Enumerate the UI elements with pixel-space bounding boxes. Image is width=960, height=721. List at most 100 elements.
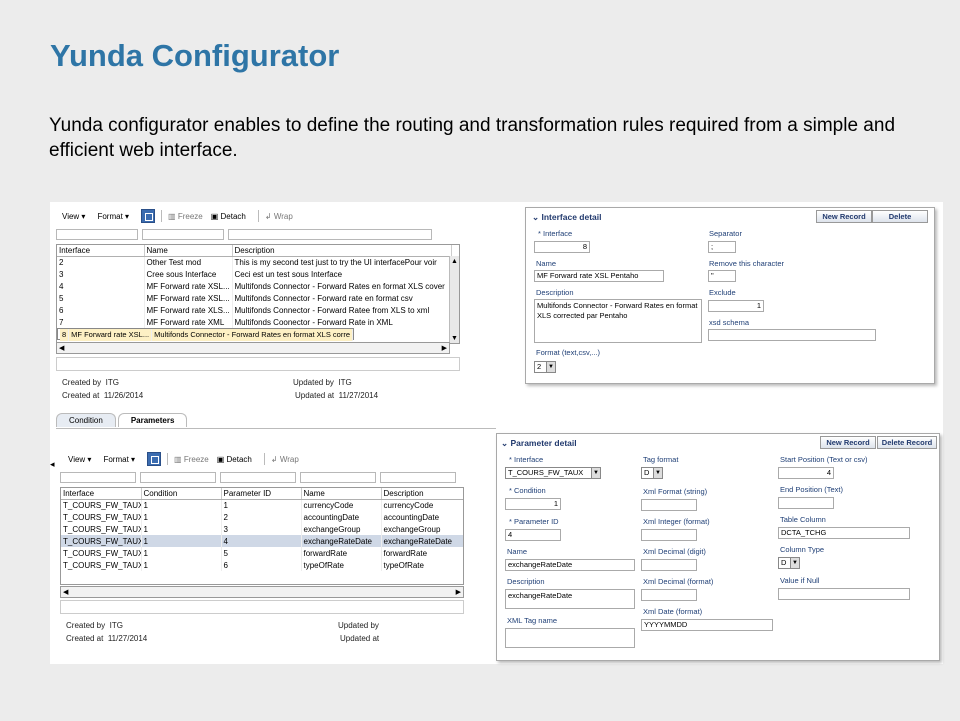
view-menu[interactable]: View ▾ [62, 212, 85, 221]
table-row[interactable]: 3 Cree sous Interface Ceci est un test sou… [57, 268, 452, 280]
interfaces-horizontal-scrollbar[interactable]: ◀ ▶ [56, 342, 450, 354]
table-row[interactable]: T_COURS_FW_TAUX 1 6 typeOfRate typeOfRate [61, 559, 463, 571]
detach-button[interactable]: ▣ Detach [217, 455, 252, 464]
column-header[interactable]: Name [301, 488, 382, 500]
scroll-up-icon[interactable]: ▲ [451, 258, 458, 265]
delete-record-button[interactable]: Delete Record [877, 436, 937, 449]
freeze-button[interactable]: ▥ Freeze [168, 212, 203, 221]
filter-interface[interactable] [56, 229, 138, 240]
tab-condition[interactable]: Condition [56, 413, 116, 427]
xml-decimal-digit-field[interactable] [641, 559, 697, 571]
table-row[interactable]: 8 MF Forward rate XSL... Multifonds Connec… [57, 328, 355, 341]
table-row[interactable]: T_COURS_FW_TAUX 1 2 accountingDate accountin… [61, 511, 463, 523]
column-header[interactable]: Name [144, 245, 233, 257]
interface-detail-panel: ⌄ Interface detail New Record Delete * I… [525, 207, 935, 384]
parameters-horizontal-scrollbar[interactable]: ◀ ▶ [60, 586, 464, 598]
chevron-down-icon[interactable]: ▼ [591, 468, 600, 478]
table-row[interactable]: 7 MF Forward rate XML Multifonds Coonector… [57, 316, 452, 328]
scroll-left-icon[interactable]: ◀ [59, 344, 64, 352]
condition-field[interactable]: 1 [505, 498, 561, 510]
description-field[interactable]: Multifonds Connector - Forward Rates en … [534, 299, 702, 343]
interfaces-created-by: Created by ITG [62, 378, 119, 387]
xml-date-field[interactable]: YYYYMMDD [641, 619, 773, 631]
table-row[interactable]: 2 Other Test mod This is my second test ju… [57, 256, 452, 268]
toolbar-divider [161, 210, 163, 222]
filter-interface[interactable] [60, 472, 136, 483]
scroll-left-icon[interactable]: ◀ [63, 588, 68, 596]
tab-parameters[interactable]: Parameters [117, 413, 188, 427]
table-cell: 8 [60, 329, 70, 341]
xml-tag-field[interactable] [505, 628, 635, 648]
table-cell: Other Test mod [144, 256, 233, 268]
filter-description[interactable] [380, 472, 456, 483]
table-row[interactable]: 4 MF Forward rate XSL... Multifonds Connec… [57, 280, 452, 292]
interfaces-vertical-scrollbar[interactable]: ▲ ▼ [449, 256, 459, 343]
format-menu[interactable]: Format ▾ [97, 212, 129, 221]
xml-decimal-format-field[interactable] [641, 589, 697, 601]
filter-parameter-id[interactable] [220, 472, 296, 483]
interface-field[interactable]: 8 [534, 241, 590, 253]
tag-format-select[interactable]: D ▼ [641, 467, 663, 479]
table-row[interactable]: T_COURS_FW_TAUX 1 1 currencyCode currencyCod… [61, 499, 463, 511]
exclude-field[interactable]: 1 [708, 300, 764, 312]
chevron-down-icon[interactable]: ▼ [653, 468, 662, 478]
separator-field[interactable]: ; [708, 241, 736, 253]
column-header[interactable]: Condition [141, 488, 222, 500]
export-icon[interactable] [141, 209, 156, 223]
filter-condition[interactable] [140, 472, 216, 483]
remove-char-field[interactable]: " [708, 270, 736, 282]
filter-name[interactable] [142, 229, 224, 240]
format-menu[interactable]: Format ▾ [103, 455, 135, 464]
scroll-down-icon[interactable]: ▼ [451, 335, 458, 342]
table-column-field[interactable]: DCTA_TCHG [778, 527, 910, 539]
column-header[interactable]: Description [232, 245, 452, 257]
wrap-button[interactable]: ↲ Wrap [265, 212, 293, 221]
interface-label: * Interface [538, 229, 573, 238]
view-menu[interactable]: View ▾ [68, 455, 91, 464]
tabs-divider [56, 428, 496, 429]
scroll-right-icon[interactable]: ▶ [442, 344, 447, 352]
filter-name[interactable] [300, 472, 376, 483]
column-header[interactable]: Parameter ID [221, 488, 302, 500]
wrap-button[interactable]: ↲ Wrap [271, 455, 299, 464]
table-row[interactable]: T_COURS_FW_TAUX 1 3 exchangeGroup exchangeGr… [61, 523, 463, 535]
xml-format-field[interactable] [641, 499, 697, 511]
xml-integer-field[interactable] [641, 529, 697, 541]
table-row[interactable]: 6 MF Forward rate XLS... Multifonds Connec… [57, 304, 452, 316]
table-cell: MF Forward rate XLS... [144, 304, 233, 316]
delete-button[interactable]: Delete [872, 210, 928, 223]
name-label: Name [536, 259, 557, 268]
scroll-right-icon[interactable]: ▶ [456, 588, 461, 596]
column-header[interactable]: Interface [57, 245, 145, 257]
end-position-field[interactable] [778, 497, 834, 509]
splitter-handle[interactable]: ◂ [50, 459, 55, 470]
chevron-down-icon[interactable]: ▼ [546, 362, 555, 372]
xsd-schema-field[interactable] [708, 329, 876, 341]
column-header[interactable]: Description [381, 488, 463, 500]
name-field[interactable]: MF Forward rate XSL Pentaho [534, 270, 664, 282]
param-name-field[interactable]: exchangeRateDate [505, 559, 635, 571]
table-row[interactable]: T_COURS_FW_TAUX 1 5 forwardRate forwardRate [61, 547, 463, 559]
interface-detail-title[interactable]: ⌄ Interface detail [532, 212, 601, 223]
value-if-null-field[interactable] [778, 588, 910, 600]
table-row[interactable]: T_COURS_FW_TAUX 1 4 exchangeRateDate exchang… [61, 535, 463, 547]
param-description-field[interactable]: exchangeRateDate [505, 589, 635, 609]
freeze-button[interactable]: ▥ Freeze [174, 455, 209, 464]
table-cell: T_COURS_FW_TAUX [61, 511, 142, 523]
new-record-button[interactable]: New Record [816, 210, 872, 223]
parameter-id-field[interactable]: 4 [505, 529, 561, 541]
new-record-button[interactable]: New Record [820, 436, 876, 449]
table-row[interactable]: 5 MF Forward rate XSL... Multifonds Connec… [57, 292, 452, 304]
xml-format-label: Xml Format (string) [643, 487, 708, 496]
column-header[interactable]: Interface [61, 488, 142, 500]
format-select[interactable]: 2 ▼ [534, 361, 556, 373]
chevron-down-icon[interactable]: ▼ [790, 558, 799, 568]
filter-description[interactable] [228, 229, 432, 240]
param-interface-select[interactable]: T_COURS_FW_TAUX ▼ [505, 467, 601, 479]
parameter-detail-title[interactable]: ⌄ Parameter detail [501, 438, 577, 449]
column-type-select[interactable]: D ▼ [778, 557, 800, 569]
start-position-field[interactable]: 4 [778, 467, 834, 479]
column-type-label: Column Type [780, 545, 825, 554]
detach-button[interactable]: ▣ Detach [211, 212, 246, 221]
export-icon[interactable] [147, 452, 162, 466]
